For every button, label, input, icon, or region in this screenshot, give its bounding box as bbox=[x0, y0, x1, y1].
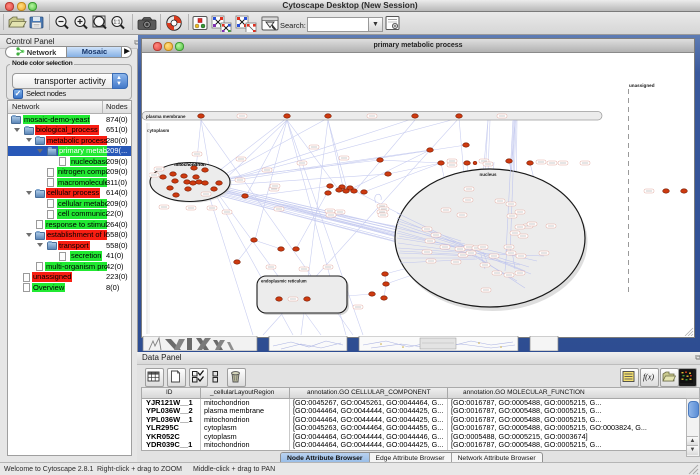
svg-text:unassigned: unassigned bbox=[629, 83, 655, 88]
svg-text:cytoplasm: cytoplasm bbox=[147, 128, 169, 133]
svg-text:endoplasmic reticulum: endoplasmic reticulum bbox=[261, 279, 307, 284]
svg-text:plasma membrane: plasma membrane bbox=[146, 114, 186, 119]
svg-text:f(x): f(x) bbox=[643, 373, 654, 382]
svg-text:nucleus: nucleus bbox=[479, 172, 497, 177]
svg-text:mitochondrion: mitochondrion bbox=[174, 162, 206, 167]
svg-text:1:1: 1:1 bbox=[114, 20, 121, 26]
